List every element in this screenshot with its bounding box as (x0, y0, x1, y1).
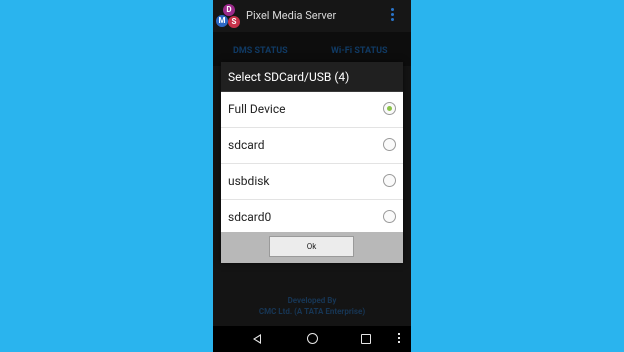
radio-button[interactable] (383, 174, 396, 187)
ok-button[interactable]: Ok (269, 236, 354, 257)
option-sdcard0[interactable]: sdcard0 (221, 200, 403, 236)
tab-dms-status: DMS STATUS (233, 46, 288, 56)
option-full-device[interactable]: Full Device (221, 92, 403, 128)
home-icon[interactable] (307, 333, 318, 344)
option-label: sdcard (228, 138, 265, 152)
logo-letter-m: M (216, 15, 228, 27)
app-bar: D M S Pixel Media Server (213, 0, 411, 32)
radio-button-selected[interactable] (383, 102, 396, 115)
recents-icon[interactable] (361, 334, 371, 344)
menu-icon[interactable] (398, 333, 401, 345)
option-label: sdcard0 (228, 210, 272, 224)
option-usbdisk[interactable]: usbdisk (221, 164, 403, 200)
footer-line-1: Developed By (287, 296, 337, 305)
tab-wifi-status: Wi-Fi STATUS (331, 46, 388, 56)
option-label: Full Device (228, 102, 286, 116)
app-logo: D M S (216, 4, 242, 30)
logo-letter-d: D (223, 4, 235, 16)
background-tabs: DMS STATUS Wi-Fi STATUS (213, 32, 411, 66)
more-vert-icon[interactable] (391, 8, 395, 24)
dialog-title: Select SDCard/USB (4) (221, 62, 403, 92)
radio-button[interactable] (383, 210, 396, 223)
navigation-bar (213, 326, 411, 352)
radio-button[interactable] (383, 138, 396, 151)
logo-letter-s: S (228, 16, 240, 28)
footer-line-2: CMC Ltd. (A TATA Enterprise) (258, 307, 366, 316)
app-title: Pixel Media Server (246, 9, 337, 22)
option-label: usbdisk (228, 174, 270, 188)
dialog-button-bar: Ok (221, 232, 403, 263)
phone-screen: D M S Pixel Media Server DMS STATUS Wi-F… (213, 0, 411, 352)
back-icon[interactable] (253, 334, 261, 344)
option-sdcard[interactable]: sdcard (221, 128, 403, 164)
storage-select-dialog: Select SDCard/USB (4) Full Device sdcard… (221, 62, 403, 263)
developer-footer: Developed By CMC Ltd. (A TATA Enterprise… (213, 295, 411, 317)
